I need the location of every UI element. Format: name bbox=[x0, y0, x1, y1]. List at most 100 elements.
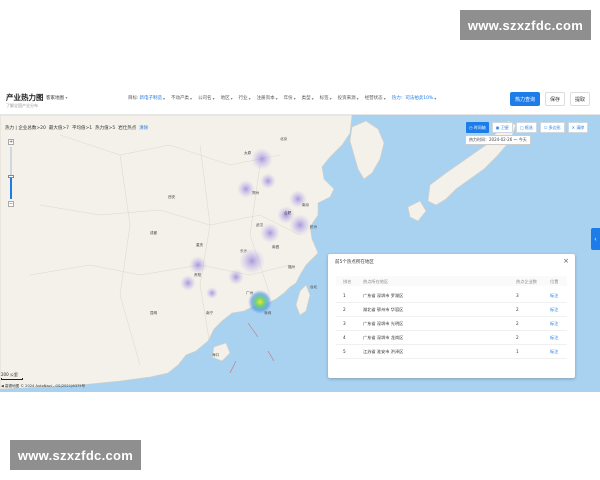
chevron-left-icon: ‹ bbox=[594, 235, 597, 243]
chevron-down-icon: ▾ bbox=[275, 95, 278, 101]
filter-label: 公司名 bbox=[198, 96, 212, 101]
count-cell: 2 bbox=[516, 335, 519, 340]
table-row: 3 广东省 深圳市 光明区 2 标注 bbox=[336, 318, 567, 331]
panel-title: 前5个热点所在地区 bbox=[335, 260, 374, 265]
timeline-tool[interactable]: ◷ 时间轴 bbox=[466, 122, 489, 133]
locate-link[interactable]: 标注 bbox=[550, 321, 558, 327]
watermark-bottom: www.szxzfdc.com bbox=[10, 440, 141, 470]
filter-industry[interactable]: 行业 ▾ bbox=[238, 95, 251, 102]
city-label: 南昌 bbox=[272, 245, 280, 249]
taiwan-island bbox=[295, 284, 311, 316]
stat-item: 热力 | 企业总数>20 bbox=[5, 126, 46, 131]
filter-label: 标签 bbox=[319, 96, 329, 101]
city-label: 西安 bbox=[168, 195, 176, 199]
chevron-down-icon: ▾ bbox=[356, 95, 359, 101]
chevron-down-icon: ▾ bbox=[434, 95, 437, 101]
korea-peninsula bbox=[349, 120, 385, 180]
filter-label: 投资来源 bbox=[337, 96, 356, 101]
stat-item: 岩仕热点 bbox=[118, 126, 137, 131]
filter-status[interactable]: 经营状态 ▾ bbox=[365, 95, 386, 102]
map-scale-bar bbox=[1, 378, 23, 380]
time-filter[interactable]: 热力时间：2024-02-26 ～ 今天 bbox=[465, 135, 531, 145]
tool-label: 时间轴 bbox=[473, 124, 486, 130]
clear-tool[interactable]: ✕ 清除 bbox=[567, 122, 589, 133]
clear-stats-link[interactable]: 清除 bbox=[139, 125, 148, 131]
side-panel-toggle[interactable]: ‹ bbox=[591, 228, 600, 250]
region-select[interactable]: 客家地图 ▾ bbox=[46, 95, 67, 101]
table-row: 5 江苏省 淮安市 洪泽区 1 标注 bbox=[336, 346, 567, 359]
stat-item: 热力值>5 bbox=[95, 126, 116, 131]
map-toolbar: ◷ 时间轴 ▣ 卫星 ▢ 框选 ⬠ 多边形 ✕ 清除 bbox=[466, 122, 589, 133]
rank-cell: 1 bbox=[343, 293, 346, 298]
column-header: 热点所在地区 bbox=[363, 279, 389, 284]
chevron-down-icon: ▾ bbox=[293, 95, 296, 101]
filter-heat[interactable]: 热力：司法拍卖10% ▾ bbox=[392, 95, 437, 102]
city-label: 武汉 bbox=[256, 223, 264, 227]
rect-select-tool[interactable]: ▢ 框选 bbox=[515, 122, 537, 133]
city-label: 杭州 bbox=[310, 225, 318, 229]
chevron-down-icon: ▾ bbox=[230, 95, 233, 101]
trash-icon: ✕ bbox=[571, 125, 576, 130]
region-cell: 广东省 深圳市 光明区 bbox=[363, 321, 404, 326]
export-button[interactable]: 提取 bbox=[570, 92, 590, 106]
zoom-out-button[interactable]: − bbox=[8, 201, 14, 207]
stat-item: 平均值>1 bbox=[72, 126, 93, 131]
filter-capital[interactable]: 注册资本 ▾ bbox=[256, 95, 278, 102]
close-icon[interactable]: × bbox=[563, 257, 569, 265]
table-row: 1 广东省 深圳市 罗湖区 3 标注 bbox=[336, 290, 567, 303]
chevron-down-icon: ▾ bbox=[248, 95, 251, 101]
red-boundary-line bbox=[229, 322, 275, 374]
zoom-slider-handle[interactable] bbox=[8, 175, 14, 178]
japan-islands bbox=[427, 120, 517, 206]
watermark-top: www.szxzfdc.com bbox=[460, 10, 591, 40]
city-label: 太原 bbox=[244, 151, 252, 155]
china-landmass bbox=[0, 115, 353, 390]
japan-kyushu bbox=[407, 200, 427, 222]
region-cell: 广东省 深圳市 龙岗区 bbox=[363, 335, 404, 340]
tool-label: 清除 bbox=[576, 124, 585, 130]
city-label: 海口 bbox=[212, 353, 220, 357]
heat-query-button[interactable]: 热力查询 bbox=[510, 92, 540, 106]
column-header: 位置 bbox=[550, 279, 559, 284]
filter-tag[interactable]: 标签 ▾ bbox=[319, 95, 332, 102]
filter-type[interactable]: 类型 ▾ bbox=[301, 95, 314, 102]
zoom-control: + − bbox=[8, 139, 14, 209]
locate-link[interactable]: 标注 bbox=[550, 293, 558, 299]
polygon-tool[interactable]: ⬠ 多边形 bbox=[539, 122, 565, 133]
city-label: 南京 bbox=[302, 203, 310, 207]
polygon-icon: ⬠ bbox=[543, 125, 548, 130]
chevron-down-icon: ▾ bbox=[311, 95, 314, 101]
city-label: 福州 bbox=[288, 265, 296, 269]
filter-label: 注册资本 bbox=[256, 96, 275, 101]
city-label: 重庆 bbox=[196, 243, 204, 247]
city-label: 长沙 bbox=[240, 249, 248, 253]
filter-realestate[interactable]: 不动产类 ▾ bbox=[171, 95, 193, 102]
clock-icon: ◷ bbox=[469, 125, 473, 130]
city-label: 广州 bbox=[246, 291, 254, 295]
locate-link[interactable]: 标注 bbox=[550, 349, 558, 355]
satellite-tool[interactable]: ▣ 卫星 bbox=[491, 122, 513, 133]
zoom-fill bbox=[10, 177, 12, 199]
filter-year[interactable]: 年份 ▾ bbox=[284, 95, 296, 102]
filter-company[interactable]: 公司名 ▾ bbox=[198, 95, 215, 102]
hainan-island bbox=[211, 342, 231, 362]
filter-investment[interactable]: 投资来源 ▾ bbox=[337, 95, 359, 102]
locate-link[interactable]: 标注 bbox=[550, 307, 558, 313]
zoom-in-button[interactable]: + bbox=[8, 139, 14, 145]
filter-label: 类型 bbox=[301, 96, 311, 101]
locate-link[interactable]: 标注 bbox=[550, 335, 558, 341]
filter-region[interactable]: 地区 ▾ bbox=[221, 95, 233, 102]
city-label: 郑州 bbox=[252, 191, 260, 195]
chevron-down-icon: ▾ bbox=[190, 95, 193, 101]
count-cell: 2 bbox=[516, 307, 519, 312]
count-cell: 3 bbox=[516, 293, 519, 298]
filter-target[interactable]: 目标: 新电子制造 ▾ bbox=[128, 95, 165, 102]
header-bar: 产业热力图 了解全国产业分布 客家地图 ▾ 目标: 新电子制造 ▾ 不动产类 ▾ 公司… bbox=[0, 87, 600, 115]
column-header: 热点企业数 bbox=[516, 279, 537, 284]
filter-label: 行业 bbox=[238, 96, 248, 101]
region-cell: 江苏省 淮安市 洪泽区 bbox=[363, 349, 404, 354]
save-button[interactable]: 保存 bbox=[545, 92, 565, 106]
filter-target-value: 新电子制造 bbox=[139, 96, 163, 101]
rank-cell: 3 bbox=[343, 321, 346, 326]
column-header: 排名 bbox=[343, 279, 352, 284]
